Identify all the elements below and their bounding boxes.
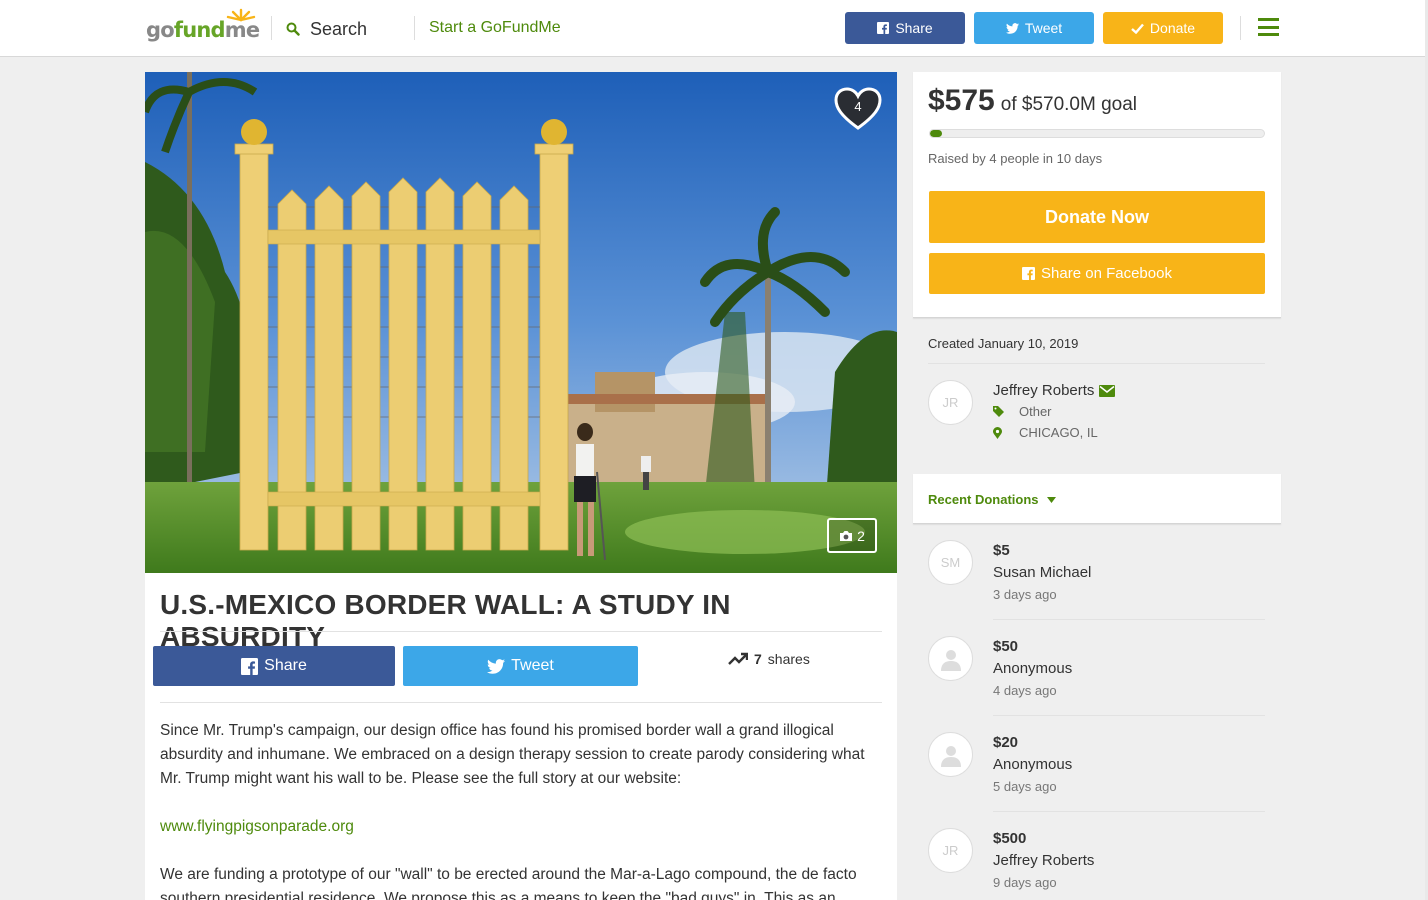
tag-icon	[993, 406, 1004, 417]
donation-amount: $500	[993, 830, 1027, 847]
donation-amount: $5	[993, 542, 1010, 559]
envelope-icon[interactable]	[1099, 384, 1116, 397]
donation-time: 5 days ago	[993, 779, 1057, 794]
campaign-hero-image[interactable]: 4 2	[145, 72, 897, 573]
organizer-avatar: JR	[928, 380, 973, 425]
twitter-icon	[1005, 22, 1019, 34]
hamburger-menu-icon[interactable]	[1258, 18, 1279, 36]
donation-time: 4 days ago	[993, 683, 1057, 698]
divider	[993, 619, 1265, 620]
caret-down-icon	[1046, 496, 1056, 503]
story-paragraph: Since Mr. Trump's campaign, our design o…	[160, 722, 865, 787]
created-date: Created January 10, 2019	[928, 336, 1079, 351]
heart-count: 4	[854, 99, 862, 114]
divider	[993, 715, 1265, 716]
donor-name: Anonymous	[993, 660, 1073, 677]
shares-count: 7 shares	[728, 651, 810, 667]
goal-text: of $570.0M goal	[1000, 94, 1138, 115]
header-divider	[271, 16, 272, 40]
donor-avatar	[928, 732, 973, 777]
donation-time: 3 days ago	[993, 587, 1057, 602]
anonymous-user-icon	[940, 649, 961, 671]
trending-up-icon	[728, 652, 748, 665]
twitter-icon	[487, 658, 506, 674]
donor-avatar: JR	[928, 828, 973, 873]
donation-time: 9 days ago	[993, 875, 1057, 890]
recent-donations-label: Recent Donations	[928, 492, 1039, 507]
facebook-icon	[877, 22, 890, 34]
campaign-share-button[interactable]: Share	[153, 646, 395, 686]
facebook-icon	[1022, 267, 1036, 280]
donation-summary-card: $575 of $570.0M goal Raised by 4 people …	[913, 72, 1281, 318]
raised-amount: $575	[928, 84, 995, 117]
donation-item: $50 Anonymous 4 days ago	[928, 636, 1265, 732]
raised-by-text: Raised by 4 people in 10 days	[928, 151, 1103, 166]
divider	[993, 811, 1265, 812]
share-on-facebook-button[interactable]: Share on Facebook	[929, 253, 1265, 294]
organizer-location-label: CHICAGO, IL	[1019, 425, 1098, 440]
donor-avatar: SM	[928, 540, 973, 585]
organizer-location: CHICAGO, IL	[993, 425, 1098, 440]
campaign-tweet-label: Tweet	[511, 657, 554, 674]
progress-fill	[930, 130, 942, 137]
divider	[160, 631, 882, 632]
recent-donations-toggle[interactable]: Recent Donations	[928, 492, 1056, 507]
donate-now-button[interactable]: Donate Now	[929, 191, 1265, 243]
header-divider	[414, 16, 415, 40]
header-tweet-button[interactable]: Tweet	[974, 12, 1094, 44]
campaign-tweet-button[interactable]: Tweet	[403, 646, 638, 686]
search-label: Search	[310, 18, 368, 39]
divider	[160, 702, 882, 703]
header-donate-label: Donate	[1149, 20, 1196, 36]
top-header: gofundme Search Start a GoFundMe Share T…	[0, 0, 1428, 57]
donor-name: Anonymous	[993, 756, 1073, 773]
donation-amount: $50	[993, 638, 1019, 655]
recent-donations-header[interactable]: Recent Donations	[913, 474, 1281, 524]
share-on-facebook-label: Share on Facebook	[1041, 265, 1172, 282]
header-donate-button[interactable]: Donate	[1103, 12, 1223, 44]
logo-wordmark: gofundme	[146, 18, 260, 42]
campaign-story: Since Mr. Trump's campaign, our design o…	[160, 719, 880, 900]
camera-icon	[840, 530, 853, 541]
shares-label: shares	[767, 651, 810, 667]
header-share-button[interactable]: Share	[845, 12, 965, 44]
donor-avatar	[928, 636, 973, 681]
heart-follow-button[interactable]: 4	[834, 87, 882, 131]
header-tweet-label: Tweet	[1024, 20, 1063, 36]
donation-item: SM $5 Susan Michael 3 days ago	[928, 540, 1265, 636]
header-share-label: Share	[895, 20, 933, 36]
photo-count-value: 2	[857, 527, 865, 544]
story-paragraph: We are funding a prototype of our "wall"…	[160, 866, 857, 900]
shares-count-value: 7	[754, 651, 762, 667]
donation-item: $20 Anonymous 5 days ago	[928, 732, 1265, 828]
hero-photo	[145, 72, 897, 573]
campaign-share-label: Share	[264, 657, 307, 674]
campaign-card: 4 2 U.S.-MEXICO BORDER WALL: A STUDY IN …	[145, 72, 897, 900]
header-divider	[1240, 16, 1241, 40]
checkmark-icon	[1131, 23, 1144, 34]
map-marker-icon	[993, 426, 1002, 439]
organizer-category-label: Other	[1019, 404, 1052, 419]
progress-bar	[929, 129, 1265, 138]
organizer-category: Other	[993, 404, 1052, 419]
search-icon	[286, 22, 300, 36]
facebook-icon	[241, 657, 259, 675]
donor-name: Susan Michael	[993, 564, 1092, 581]
search-button[interactable]: Search	[286, 17, 367, 41]
donation-item: JR $500 Jeffrey Roberts 9 days ago	[928, 828, 1265, 900]
raised-summary: $575 of $570.0M goal	[928, 84, 1137, 118]
organizer-name-row: Jeffrey Roberts	[993, 382, 1116, 399]
gofundme-logo[interactable]: gofundme	[146, 8, 260, 44]
donation-amount: $20	[993, 734, 1019, 751]
campaign-title: U.S.-MEXICO BORDER WALL: A STUDY IN ABSU…	[160, 589, 731, 652]
donor-name: Jeffrey Roberts	[993, 852, 1095, 869]
website-link[interactable]: www.flyingpigsonparade.org	[160, 818, 354, 835]
anonymous-user-icon	[940, 745, 961, 767]
organizer-name[interactable]: Jeffrey Roberts	[993, 382, 1094, 399]
divider	[928, 363, 1265, 364]
photo-gallery-button[interactable]: 2	[827, 518, 877, 553]
start-gofundme-link[interactable]: Start a GoFundMe	[429, 19, 561, 37]
